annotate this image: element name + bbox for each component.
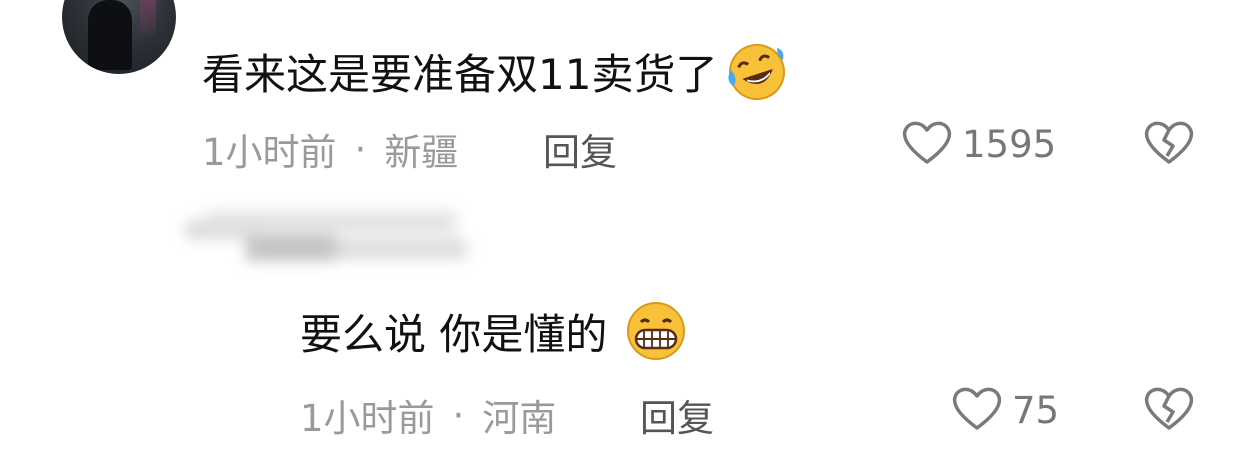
reply-button[interactable]: 回复 <box>640 388 714 442</box>
meta-separator: · <box>452 393 465 437</box>
like-count: 1595 <box>962 122 1057 166</box>
grinning-face-icon <box>623 300 689 369</box>
comment-location: 新疆 <box>384 131 459 174</box>
avatar-background <box>140 0 156 40</box>
reply-text: 要么说 你是懂的 <box>300 300 689 369</box>
blurred-username <box>186 205 476 273</box>
avatar-figure <box>88 0 132 70</box>
reply-time: 1小时前 <box>300 397 435 440</box>
comment-time: 1小时前 <box>202 131 337 174</box>
reply-button[interactable]: 回复 <box>543 122 617 176</box>
like-button[interactable]: 75 <box>950 384 1059 436</box>
meta-separator: · <box>354 127 367 171</box>
comment-meta: 1小时前 · 新疆 <box>202 122 458 176</box>
like-button[interactable]: 1595 <box>900 118 1056 170</box>
broken-heart-icon <box>1142 121 1196 170</box>
comment-text: 看来这是要准备双11卖货了 <box>202 40 791 109</box>
reply-meta: 1小时前 · 河南 <box>300 388 556 442</box>
dislike-button[interactable] <box>1142 118 1196 170</box>
comment-text-content: 看来这是要准备双11卖货了 <box>202 49 718 99</box>
broken-heart-icon <box>1142 387 1196 436</box>
dislike-button[interactable] <box>1142 384 1196 436</box>
like-count: 75 <box>1012 388 1060 432</box>
rolling-on-floor-laughing-icon <box>723 40 791 109</box>
reply-location: 河南 <box>482 397 557 440</box>
heart-icon <box>900 118 954 170</box>
avatar[interactable] <box>62 0 176 74</box>
heart-icon <box>950 384 1004 436</box>
reply-text-content: 要么说 你是懂的 <box>300 309 608 359</box>
